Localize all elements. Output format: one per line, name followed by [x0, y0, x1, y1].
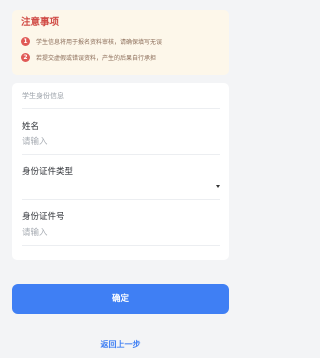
notice-title: 注意事项	[21, 17, 60, 28]
id-number-label: 身份证件号	[22, 212, 65, 222]
student-info-form: 学生身份信息 姓名 身份证件类型 身份证件号	[12, 83, 229, 260]
divider	[22, 245, 220, 246]
section-title: 学生身份信息	[22, 83, 220, 109]
notice-number-badge: 2	[21, 52, 30, 62]
notice-item-text: 学生信息将用于报名资料审核，请确保填写无误	[36, 38, 163, 46]
notice-number-badge: 1	[21, 36, 30, 46]
id-type-select[interactable]	[22, 180, 220, 194]
divider	[22, 154, 220, 155]
notice-item-text: 若提交虚假或错误资料，产生的后果自行承担	[36, 54, 157, 62]
id-number-input[interactable]	[22, 226, 220, 240]
confirm-button[interactable]: 确定	[12, 284, 229, 314]
divider	[22, 199, 220, 200]
notice-item: 2 若提交虚假或错误资料，产生的后果自行承担	[21, 49, 220, 65]
name-input[interactable]	[22, 135, 220, 149]
notice-item: 1 学生信息将用于报名资料审核，请确保填写无误	[21, 33, 220, 49]
notice-panel: 注意事项 1 学生信息将用于报名资料审核，请确保填写无误 2 若提交虚假或错误资…	[12, 10, 229, 75]
back-link[interactable]: 返回上一步	[0, 339, 241, 350]
id-type-label: 身份证件类型	[22, 167, 74, 177]
name-label: 姓名	[22, 122, 40, 132]
chevron-down-icon	[216, 185, 220, 188]
